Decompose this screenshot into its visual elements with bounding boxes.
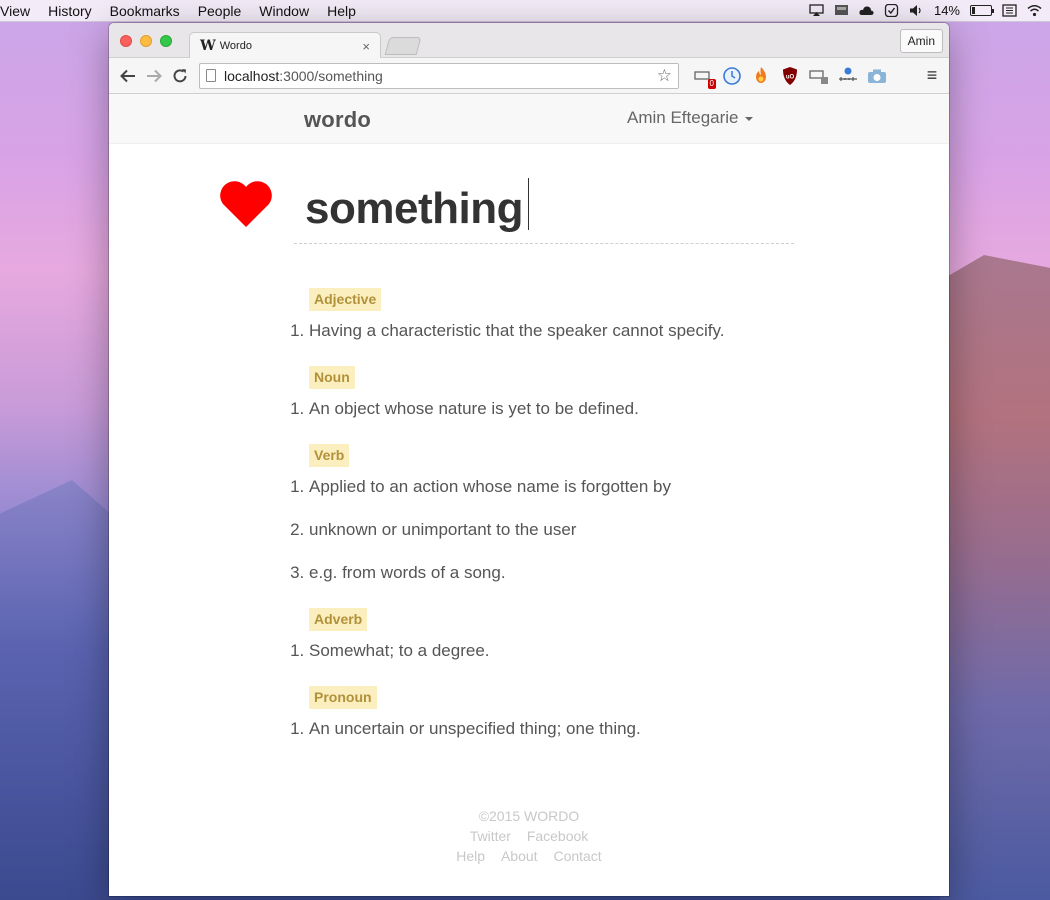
definition-text: An uncertain or unspecified thing; one t… (309, 719, 641, 738)
definition-text: An object whose nature is yet to be defi… (309, 399, 639, 418)
text-cursor (528, 178, 529, 230)
tab-close-icon[interactable]: × (362, 39, 370, 54)
tab-strip: W Wordo × Amin (109, 23, 949, 59)
footer-copyright: ©2015 WORDO (478, 808, 580, 824)
status-tray: 14% (809, 3, 1050, 18)
extension-question-icon[interactable] (809, 66, 829, 86)
browser-menu-icon[interactable]: ≡ (921, 65, 943, 86)
pos-tag-adverb: Adverb (309, 608, 368, 631)
site-navbar: wordo Amin Eftegarie (109, 94, 949, 144)
definition-item: 1. Having a characteristic that the spea… (281, 321, 724, 341)
definition-text: Applied to an action whose name is forgo… (309, 477, 671, 496)
keyboard-icon[interactable] (1002, 4, 1017, 17)
definition-text: Having a characteristic that the speaker… (309, 321, 725, 340)
menu-view[interactable]: View (0, 3, 39, 19)
bookmark-star-icon[interactable]: ☆ (657, 66, 672, 86)
web-page: wordo Amin Eftegarie Adjective 1. Having… (109, 94, 949, 895)
url-path: :3000/something (279, 67, 383, 84)
user-dropdown[interactable]: Amin Eftegarie (627, 108, 753, 128)
favorite-heart-icon[interactable] (219, 180, 273, 228)
menu-history[interactable]: History (39, 3, 101, 19)
tab-wordo[interactable]: W Wordo × (189, 32, 381, 59)
footer-social-links: Twitter Facebook (109, 826, 949, 846)
pos-tag-noun: Noun (309, 366, 355, 389)
page-icon (206, 69, 216, 82)
desktop-wallpaper-left (0, 480, 120, 900)
pos-tag-verb: Verb (309, 444, 350, 467)
definition-number: 1. (290, 477, 309, 496)
extension-ruler-icon[interactable] (838, 66, 858, 86)
word-search-input[interactable] (294, 174, 794, 244)
footer-link-facebook[interactable]: Facebook (527, 828, 588, 844)
url-host: localhost (224, 67, 280, 84)
browser-window: W Wordo × Amin localhost:3000/something … (109, 23, 949, 896)
wordo-favicon-icon: W (200, 38, 216, 54)
menu-people[interactable]: People (189, 3, 251, 19)
back-arrow-icon (120, 69, 135, 82)
menu-window[interactable]: Window (250, 3, 318, 19)
definition-item: 1. Somewhat; to a degree. (281, 641, 490, 661)
volume-icon[interactable] (909, 4, 924, 17)
reload-icon (173, 68, 187, 82)
site-brand[interactable]: wordo (304, 107, 371, 133)
definition-number: 1. (290, 641, 309, 660)
new-tab-button[interactable] (384, 37, 422, 55)
footer-link-about[interactable]: About (501, 848, 538, 864)
pos-tag-adjective: Adjective (309, 288, 382, 311)
definition-text: unknown or unimportant to the user (309, 520, 577, 539)
definition-number: 2. (290, 520, 309, 539)
wifi-icon[interactable] (1027, 4, 1042, 17)
menu-bookmarks[interactable]: Bookmarks (101, 3, 189, 19)
definition-item: 2. unknown or unimportant to the user (281, 520, 576, 540)
definition-number: 1. (290, 719, 309, 738)
forward-button[interactable] (141, 63, 167, 89)
browser-toolbar: localhost:3000/something ☆ 0 uO ≡ (109, 58, 949, 94)
definition-text: e.g. from words of a song. (309, 563, 506, 582)
display-icon[interactable] (834, 4, 849, 17)
footer-info-links: Help About Contact (109, 846, 949, 866)
definition-item: 1. An uncertain or unspecified thing; on… (281, 719, 641, 739)
address-bar[interactable]: localhost:3000/something ☆ (199, 62, 679, 89)
window-controls (120, 35, 172, 47)
clock-extension-icon[interactable] (722, 66, 742, 86)
reload-button[interactable] (167, 63, 193, 89)
definition-item: 1. Applied to an action whose name is fo… (281, 477, 671, 497)
menu-help[interactable]: Help (318, 3, 365, 19)
maximize-window-button[interactable] (160, 35, 172, 47)
checkmark-icon[interactable] (884, 4, 899, 17)
site-footer: ©2015 WORDO Twitter Facebook Help About … (109, 806, 949, 866)
camera-extension-icon[interactable] (867, 66, 887, 86)
battery-percent: 14% (933, 3, 960, 18)
battery-icon[interactable] (970, 5, 994, 16)
definition-number: 3. (290, 563, 309, 582)
pos-tag-pronoun: Pronoun (309, 686, 377, 709)
extensions-area: 0 uO (693, 66, 887, 89)
ublock-origin-icon[interactable]: uO (780, 66, 800, 86)
definition-item: 1. An object whose nature is yet to be d… (281, 399, 639, 419)
footer-link-contact[interactable]: Contact (553, 848, 601, 864)
tab-title: Wordo (219, 40, 252, 52)
minimize-window-button[interactable] (140, 35, 152, 47)
user-name: Amin Eftegarie (627, 108, 739, 127)
desktop-wallpaper-right (940, 255, 1050, 900)
fire-extension-icon[interactable] (751, 66, 771, 86)
cloud-icon[interactable] (859, 4, 874, 17)
airplay-icon[interactable] (809, 4, 824, 17)
extension-tab-counter-icon[interactable]: 0 (693, 66, 716, 89)
extension-badge: 0 (707, 78, 716, 89)
profile-button[interactable]: Amin (899, 29, 943, 53)
word-section (109, 144, 949, 274)
definition-number: 1. (290, 399, 309, 418)
definition-text: Somewhat; to a degree. (309, 641, 490, 660)
svg-text:uO: uO (786, 74, 795, 80)
close-window-button[interactable] (120, 35, 132, 47)
forward-arrow-icon (147, 69, 162, 82)
mac-menubar: View History Bookmarks People Window Hel… (0, 0, 1050, 22)
back-button[interactable] (115, 63, 141, 89)
footer-link-twitter[interactable]: Twitter (470, 828, 511, 844)
caret-down-icon (744, 116, 753, 121)
footer-link-help[interactable]: Help (456, 848, 485, 864)
definition-item: 3. e.g. from words of a song. (281, 563, 506, 583)
definition-number: 1. (290, 321, 309, 340)
